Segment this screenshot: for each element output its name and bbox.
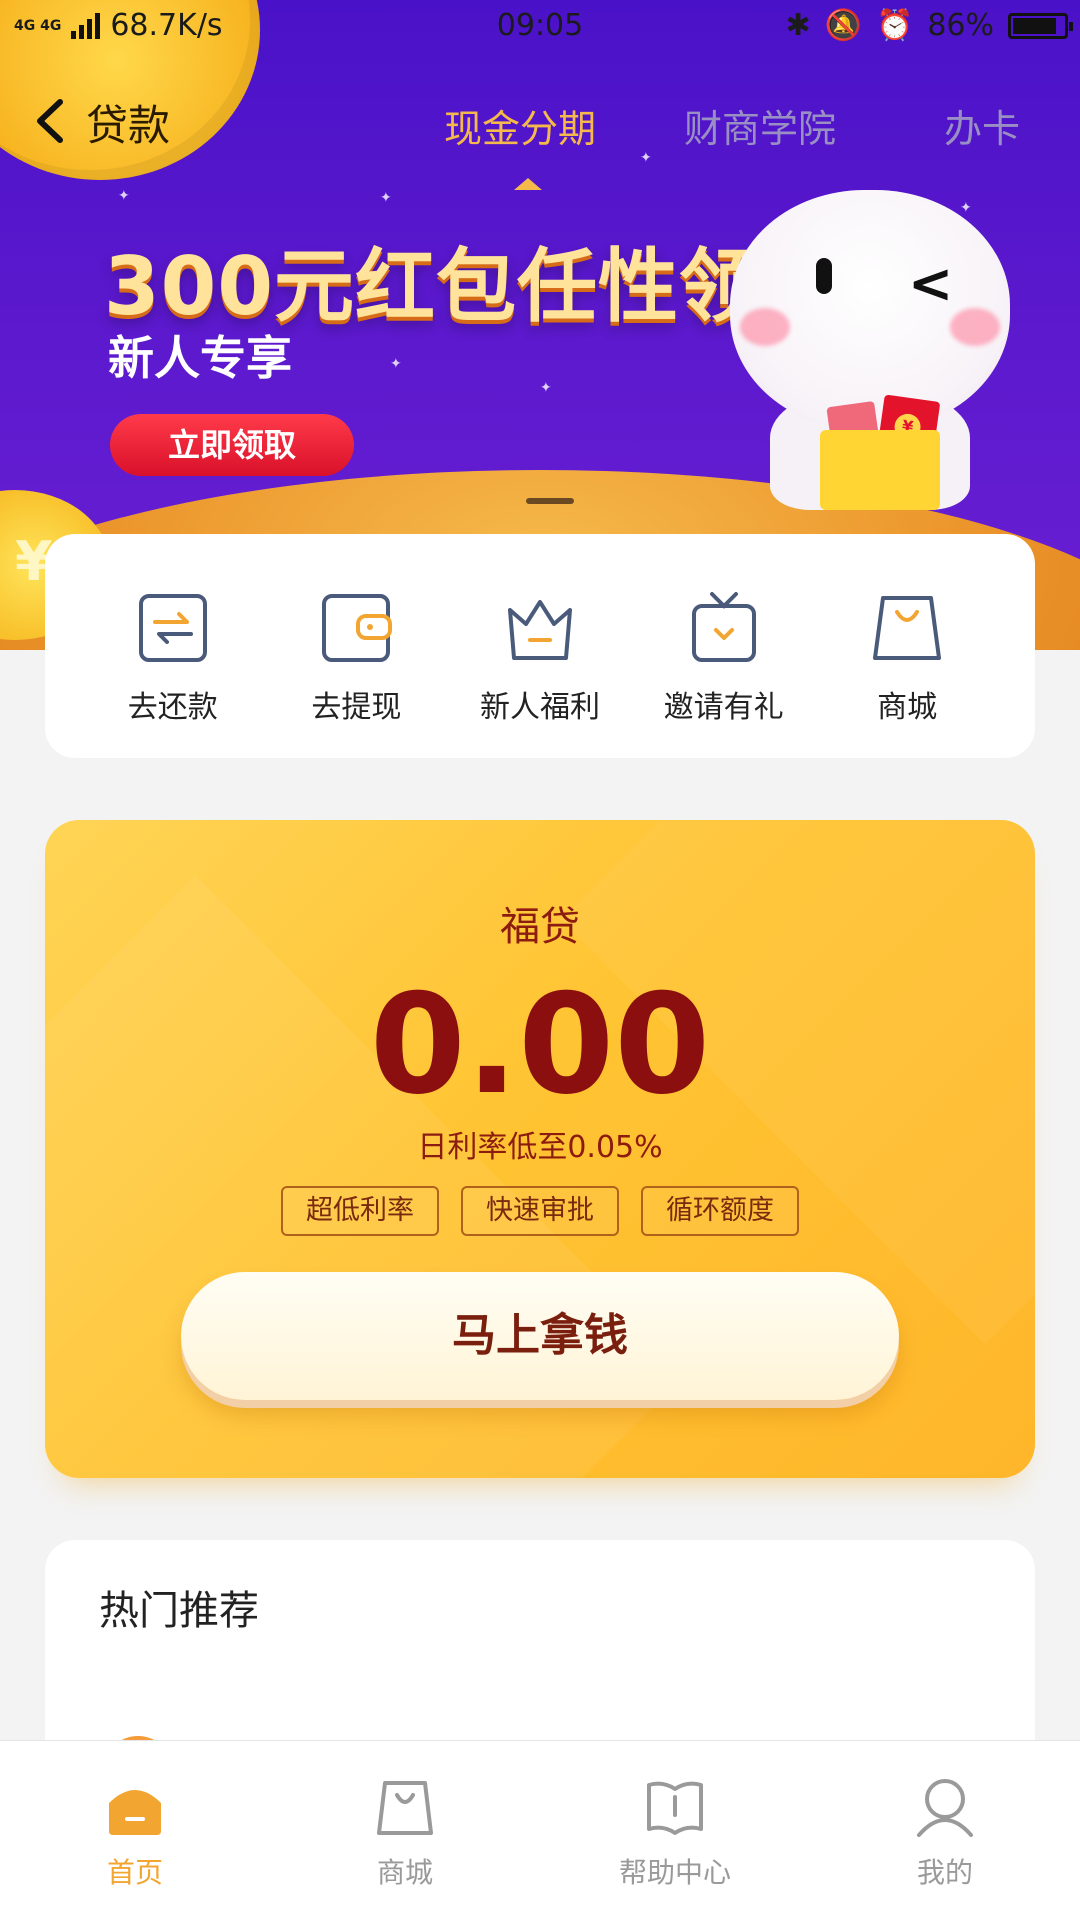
loan-amount: 0.00 bbox=[369, 964, 711, 1125]
battery-percent: 86% bbox=[927, 8, 994, 43]
nav-item-mine[interactable]: 我的 bbox=[810, 1741, 1080, 1920]
quick-action-mall[interactable]: 商城 bbox=[822, 588, 992, 726]
quick-action-repay[interactable]: 去还款 bbox=[88, 588, 258, 726]
tab-finance-academy[interactable]: 财商学院 bbox=[684, 98, 836, 153]
repay-icon bbox=[133, 588, 213, 668]
nav-item-home[interactable]: 首页 bbox=[0, 1741, 270, 1920]
star-icon: ✦ bbox=[380, 190, 392, 206]
star-icon: ✦ bbox=[540, 380, 552, 396]
quick-action-withdraw[interactable]: 去提现 bbox=[271, 588, 441, 726]
star-icon: ✦ bbox=[118, 188, 130, 204]
quick-action-label: 邀请有礼 bbox=[663, 690, 784, 725]
mute-bell-icon: 🔕 bbox=[824, 8, 862, 43]
section-title: 热门推荐 bbox=[99, 1588, 259, 1634]
feature-tag: 快速审批 bbox=[461, 1186, 619, 1236]
nav-label: 我的 bbox=[916, 1856, 973, 1889]
shopping-bag-icon bbox=[373, 1775, 437, 1839]
active-tab-indicator bbox=[514, 178, 542, 190]
quick-action-invite[interactable]: 邀请有礼 bbox=[639, 588, 809, 726]
help-book-icon bbox=[643, 1775, 707, 1839]
banner-subline: 新人专享 bbox=[108, 331, 292, 385]
back-arrow-icon[interactable] bbox=[30, 96, 70, 146]
feature-tag: 超低利率 bbox=[281, 1186, 439, 1236]
get-money-button[interactable]: 马上拿钱 bbox=[181, 1272, 899, 1400]
nav-label: 帮助中心 bbox=[618, 1856, 731, 1889]
bottom-navigation: 首页 商城 帮助中心 我的 bbox=[0, 1740, 1080, 1920]
quick-action-label: 去提现 bbox=[311, 690, 402, 725]
alarm-icon: ⏰ bbox=[875, 8, 914, 43]
tab-cash-installment[interactable]: 现金分期 bbox=[444, 98, 596, 153]
gift-icon bbox=[684, 588, 764, 668]
feature-tag: 循环额度 bbox=[641, 1186, 799, 1236]
nav-item-mall[interactable]: 商城 bbox=[270, 1741, 540, 1920]
quick-action-label: 新人福利 bbox=[479, 690, 600, 725]
user-icon bbox=[913, 1775, 977, 1839]
status-bar: 4G 4G 68.7K/s 09:05 ✱ 🔕 ⏰ 86% bbox=[0, 0, 1080, 54]
nav-item-help[interactable]: 帮助中心 bbox=[540, 1741, 810, 1920]
claim-now-button[interactable]: 立即领取 bbox=[110, 414, 354, 476]
banner-page-indicator bbox=[526, 498, 574, 504]
loan-feature-tags: 超低利率 快速审批 循环额度 bbox=[45, 1186, 1035, 1236]
quick-action-label: 去还款 bbox=[127, 690, 218, 725]
page-title: 贷款 bbox=[86, 101, 171, 150]
tab-apply-card[interactable]: 办卡 bbox=[944, 98, 1020, 153]
top-navigation: 贷款 现金分期 财商学院 办卡 bbox=[0, 78, 1080, 158]
banner-headline: 300元红包任性领 bbox=[104, 240, 760, 333]
bluetooth-icon: ✱ bbox=[785, 8, 811, 43]
loan-product-card: 福贷 0.00 日利率低至0.05% 超低利率 快速审批 循环额度 马上拿钱 bbox=[45, 820, 1035, 1478]
loan-product-name: 福贷 bbox=[500, 904, 580, 950]
home-icon bbox=[103, 1775, 167, 1839]
quick-actions-card: 去还款 去提现 新人福利 邀请有礼 商城 bbox=[45, 534, 1035, 758]
wallet-icon bbox=[316, 588, 396, 668]
loan-rate-text: 日利率低至0.05% bbox=[417, 1130, 663, 1165]
mascot-illustration: < ¥ bbox=[730, 190, 1030, 510]
battery-icon bbox=[1008, 12, 1073, 39]
quick-action-newcomer-benefits[interactable]: 新人福利 bbox=[455, 588, 625, 726]
nav-label: 商城 bbox=[376, 1856, 433, 1889]
shopping-bag-icon bbox=[867, 588, 947, 668]
crown-icon bbox=[500, 588, 580, 668]
star-icon: ✦ bbox=[390, 356, 402, 372]
nav-label: 首页 bbox=[106, 1856, 163, 1889]
quick-action-label: 商城 bbox=[877, 690, 938, 725]
